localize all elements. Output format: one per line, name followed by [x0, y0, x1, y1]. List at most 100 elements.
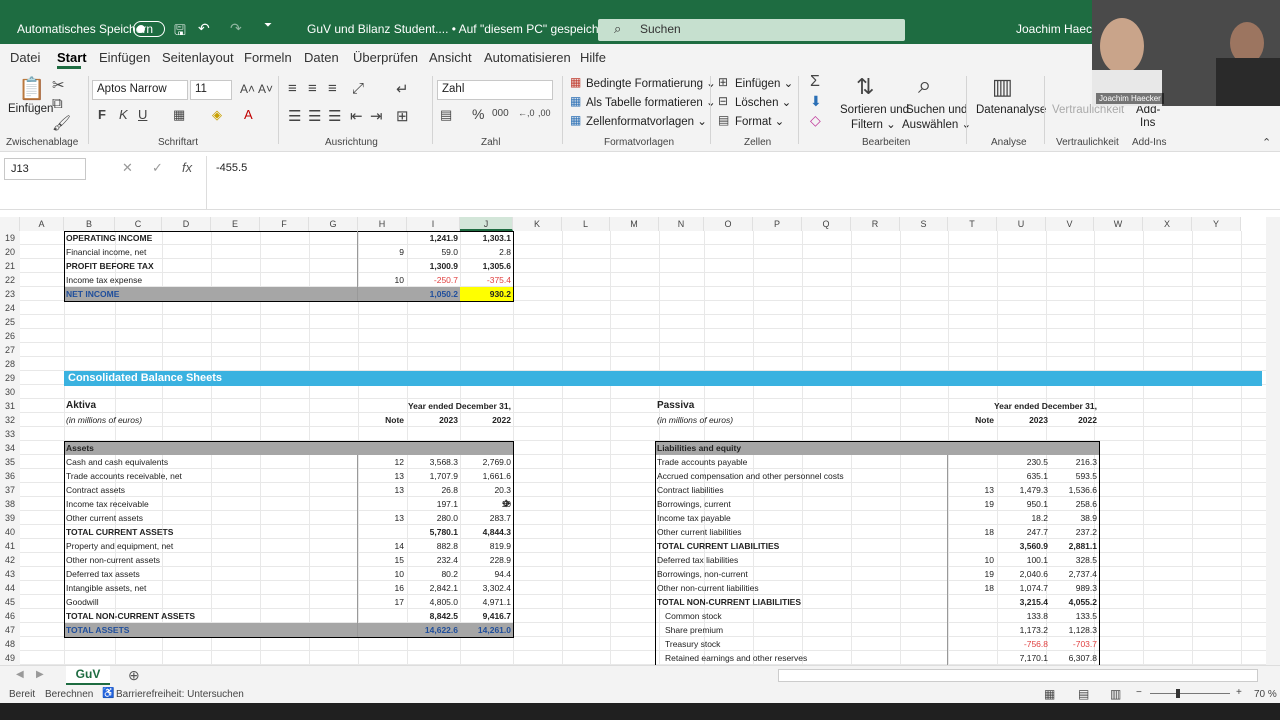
format-cells-button[interactable]: Format ⌄ — [735, 114, 784, 128]
row-header-41[interactable]: 41 — [0, 539, 20, 553]
sort-filter-label-2[interactable]: Filtern ⌄ — [851, 117, 896, 131]
row-header-43[interactable]: 43 — [0, 567, 20, 581]
passiva-year-2022[interactable]: 2022 — [1046, 413, 1099, 427]
row-header-23[interactable]: 23 — [0, 287, 20, 301]
row-header-25[interactable]: 25 — [0, 315, 20, 329]
collapse-ribbon-icon[interactable]: ⌃ — [1262, 136, 1271, 149]
search-box[interactable]: ⌕ Suchen — [598, 19, 905, 41]
prev-sheet-icon[interactable]: ◀ — [16, 669, 24, 680]
row-header-42[interactable]: 42 — [0, 553, 20, 567]
clear-icon[interactable]: ◇ — [810, 112, 821, 129]
align-bottom-icon[interactable]: ≡ — [328, 80, 337, 97]
copy-icon[interactable]: ⧉ — [52, 95, 63, 112]
status-calc[interactable]: Berechnen — [45, 689, 93, 700]
column-header-p[interactable]: P — [753, 217, 802, 231]
aktiva-year-2022[interactable]: 2022 — [460, 413, 513, 427]
zoom-in-icon[interactable]: + — [1236, 687, 1242, 698]
column-header-r[interactable]: R — [851, 217, 900, 231]
column-header-s[interactable]: S — [900, 217, 948, 231]
font-color-icon[interactable]: A — [244, 107, 253, 122]
zoom-out-icon[interactable]: − — [1136, 687, 1142, 698]
italic-icon[interactable]: K — [119, 107, 128, 122]
row-header-29[interactable]: 29 — [0, 371, 20, 385]
find-select-label-2[interactable]: Auswählen ⌄ — [902, 117, 971, 131]
column-header-w[interactable]: W — [1094, 217, 1143, 231]
row-header-33[interactable]: 33 — [0, 427, 20, 441]
row-header-20[interactable]: 20 — [0, 245, 20, 259]
merge-center-icon[interactable]: ⊞ — [396, 107, 409, 125]
menu-ansicht[interactable]: Ansicht — [429, 50, 472, 65]
conditional-format-button[interactable]: Bedingte Formatierung ⌄ — [586, 76, 716, 90]
column-header-v[interactable]: V — [1046, 217, 1094, 231]
format-as-table-button[interactable]: Als Tabelle formatieren ⌄ — [586, 95, 716, 109]
row-header-36[interactable]: 36 — [0, 469, 20, 483]
font-name-select[interactable]: Aptos Narrow — [92, 80, 188, 100]
addins-label-2[interactable]: Ins — [1140, 117, 1155, 129]
column-header-e[interactable]: E — [211, 217, 260, 231]
column-header-t[interactable]: T — [948, 217, 997, 231]
aktiva-year-header[interactable]: Year ended December 31, — [343, 399, 513, 413]
column-header-n[interactable]: N — [659, 217, 704, 231]
passiva-title[interactable]: Passiva — [657, 399, 777, 413]
align-left-icon[interactable]: ☰ — [288, 107, 301, 125]
row-header-45[interactable]: 45 — [0, 595, 20, 609]
paste-button[interactable]: Einfügen — [8, 103, 53, 115]
enter-icon[interactable]: ✓ — [152, 160, 163, 176]
column-header-f[interactable]: F — [260, 217, 309, 231]
passiva-note-header[interactable]: Note — [948, 413, 996, 427]
row-header-49[interactable]: 49 — [0, 651, 20, 665]
next-sheet-icon[interactable]: ▶ — [36, 669, 44, 680]
aktiva-unit[interactable]: (in millions of euros) — [66, 413, 266, 427]
column-header-k[interactable]: K — [513, 217, 562, 231]
column-header-u[interactable]: U — [997, 217, 1046, 231]
passiva-year-2023[interactable]: 2023 — [997, 413, 1050, 427]
normal-view-icon[interactable]: ▦ — [1044, 687, 1055, 701]
aktiva-note-header[interactable]: Note — [358, 413, 406, 427]
menu-start[interactable]: Start — [57, 50, 87, 65]
column-header-j[interactable]: J — [460, 217, 513, 231]
percent-icon[interactable]: % — [472, 106, 484, 122]
row-header-38[interactable]: 38 — [0, 497, 20, 511]
row-header-47[interactable]: 47 — [0, 623, 20, 637]
row-header-37[interactable]: 37 — [0, 483, 20, 497]
add-sheet-icon[interactable]: ⊕ — [128, 667, 140, 684]
column-header-m[interactable]: M — [610, 217, 659, 231]
menu-datei[interactable]: Datei — [10, 50, 40, 65]
data-analysis-button[interactable]: Datenanalyse — [976, 104, 1046, 116]
aktiva-year-2023[interactable]: 2023 — [407, 413, 460, 427]
column-header-h[interactable]: H — [358, 217, 407, 231]
fill-color-icon[interactable]: ◈ — [212, 107, 222, 123]
name-box[interactable]: J13 — [4, 158, 86, 180]
passiva-year-header[interactable]: Year ended December 31, — [929, 399, 1099, 413]
menu-automatisieren[interactable]: Automatisieren — [484, 50, 571, 65]
bold-icon[interactable]: F — [98, 107, 106, 122]
row-header-26[interactable]: 26 — [0, 329, 20, 343]
worksheet-grid[interactable]: A B C D E F G H I J K L M N O P Q R S T U V W X Y 19 20 21 22 23 24 25 2… — [0, 217, 1266, 665]
row-header-31[interactable]: 31 — [0, 399, 20, 413]
borders-icon[interactable]: ▦ — [173, 107, 185, 123]
horizontal-scrollbar[interactable] — [778, 669, 1258, 682]
row-header-30[interactable]: 30 — [0, 385, 20, 399]
fill-icon[interactable]: ⬇ — [810, 93, 822, 110]
row-header-34[interactable]: 34 — [0, 441, 20, 455]
menu-ueberpruefen[interactable]: Überprüfen — [353, 50, 418, 65]
row-header-39[interactable]: 39 — [0, 511, 20, 525]
row-header-28[interactable]: 28 — [0, 357, 20, 371]
row-header-48[interactable]: 48 — [0, 637, 20, 651]
zoom-slider-thumb[interactable] — [1176, 689, 1180, 698]
row-header-19[interactable]: 19 — [0, 231, 20, 245]
insert-cells-button[interactable]: Einfügen ⌄ — [735, 76, 793, 90]
status-accessibility[interactable]: Barrierefreiheit: Untersuchen — [116, 689, 244, 700]
underline-icon[interactable]: U — [138, 107, 147, 122]
zoom-level[interactable]: 70 % — [1254, 689, 1277, 700]
quick-access-dropdown-icon[interactable]: ⏷ — [264, 20, 272, 31]
sheet-tab-guv[interactable]: GuV — [66, 666, 110, 686]
orientation-icon[interactable]: ⤢ — [352, 80, 364, 97]
column-header-c[interactable]: C — [115, 217, 162, 231]
cancel-icon[interactable]: ✕ — [122, 160, 133, 176]
decrease-decimal-icon[interactable]: ,00 — [538, 108, 551, 118]
paste-icon[interactable]: 📋 — [18, 76, 45, 102]
page-layout-icon[interactable]: ▤ — [1078, 687, 1089, 701]
column-header-b[interactable]: B — [64, 217, 115, 231]
wrap-text-icon[interactable]: ↵ — [396, 80, 409, 98]
